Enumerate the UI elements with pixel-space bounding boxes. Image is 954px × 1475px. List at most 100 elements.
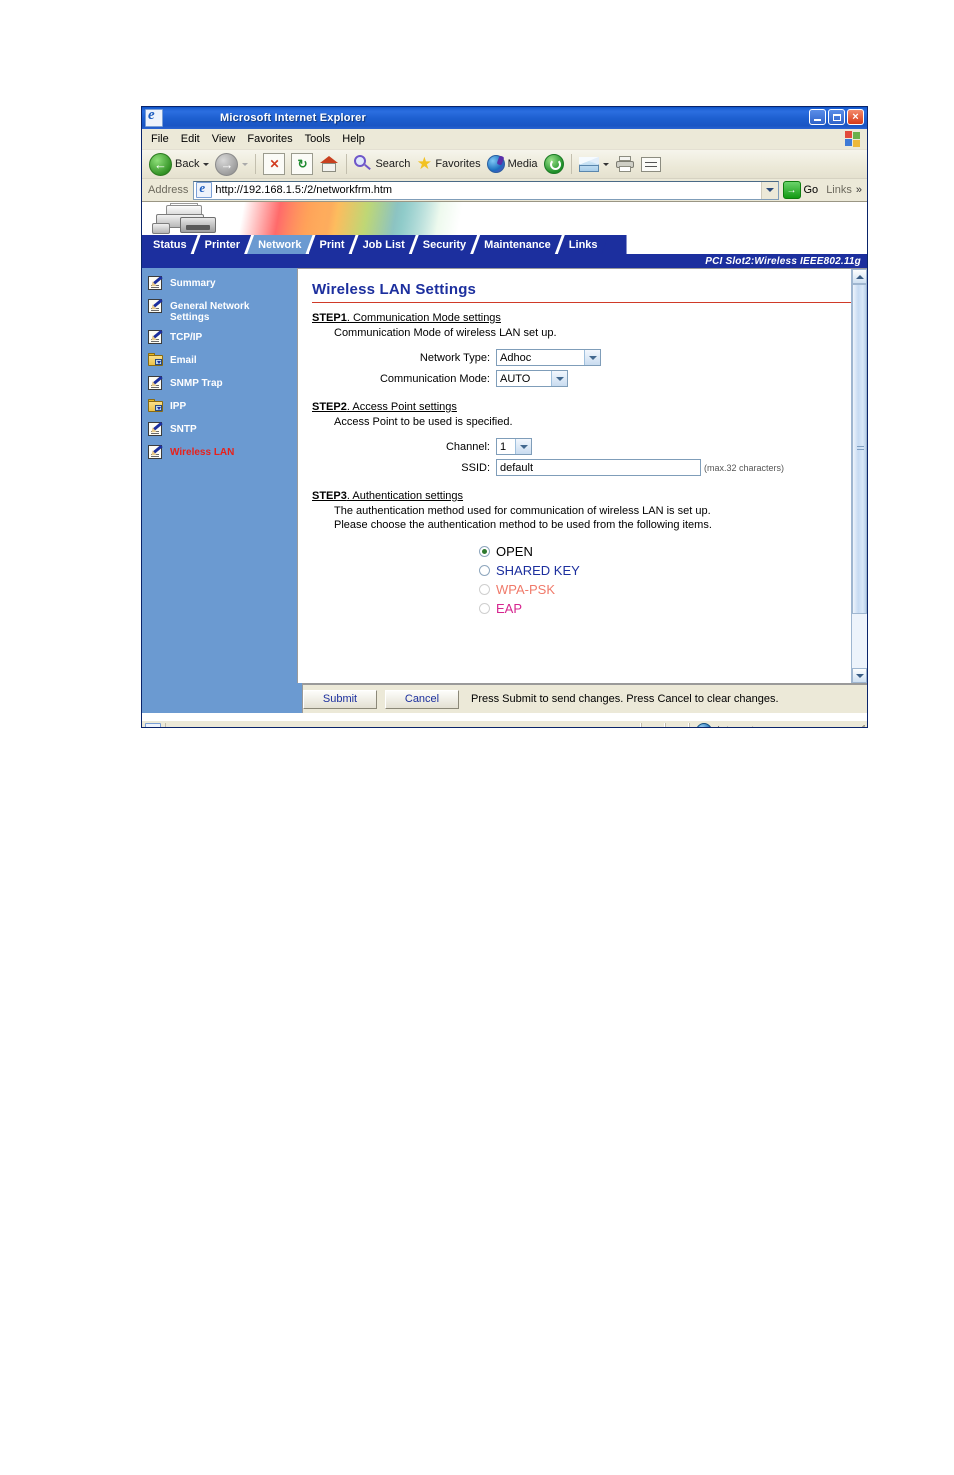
sidebar-item-general-network-settings[interactable]: General Network Settings (148, 298, 297, 323)
mail-button[interactable] (576, 152, 612, 176)
tab-maintenance[interactable]: Maintenance (473, 235, 562, 254)
scroll-up-button[interactable] (852, 269, 867, 284)
tab-printer-label: Printer (204, 238, 241, 251)
address-dropdown-button[interactable] (760, 181, 778, 199)
tab-maintenance-label: Maintenance (484, 238, 551, 251)
security-zone-label: Internet (717, 725, 754, 728)
security-zone[interactable]: Internet (689, 722, 849, 728)
scrollbar-thumb[interactable] (852, 284, 867, 614)
auth-option-open[interactable]: OPEN (479, 544, 853, 559)
network-type-select[interactable]: Adhoc (496, 349, 601, 366)
tab-job-list[interactable]: Job List (352, 235, 416, 254)
mail-dropdown-icon[interactable] (602, 162, 609, 166)
sidebar-item-tcp-ip[interactable]: TCP/IP (148, 329, 297, 346)
home-icon (319, 154, 339, 174)
toolbar-separator-3 (570, 154, 572, 174)
channel-select[interactable]: 1 (496, 438, 532, 455)
menu-item-tools[interactable]: Tools (299, 131, 337, 147)
communication-mode-select[interactable]: AUTO (496, 370, 568, 387)
links-button[interactable]: Links (826, 184, 852, 196)
maximize-button[interactable] (828, 109, 845, 125)
print-button[interactable] (612, 152, 638, 176)
menu-item-help[interactable]: Help (336, 131, 371, 147)
sidebar-label-email: Email (170, 355, 197, 366)
window-controls: × (809, 109, 864, 125)
page-pencil-icon (148, 298, 164, 314)
menu-item-favorites[interactable]: Favorites (241, 131, 298, 147)
page-pencil-icon (148, 329, 164, 345)
menu-item-view[interactable]: View (206, 131, 242, 147)
sidebar-item-wireless-lan[interactable]: Wireless LAN (148, 444, 297, 461)
media-button[interactable]: Media (484, 152, 541, 176)
menu-item-file[interactable]: File (145, 131, 175, 147)
content-scrollbar[interactable] (851, 269, 867, 683)
cancel-button[interactable]: Cancel (385, 689, 459, 709)
step1-heading-rest: . Communication Mode settings (346, 312, 501, 324)
address-input[interactable]: http://192.168.1.5:/2/networkfrm.htm (193, 180, 779, 200)
chevron-down-icon[interactable] (551, 371, 567, 386)
page-body: Summary General Network Settings TCP/IP (142, 268, 867, 684)
ssid-input[interactable]: default (496, 459, 701, 476)
status-page-icon (145, 722, 161, 727)
minimize-button[interactable] (809, 109, 826, 125)
auth-option-eap: EAP (479, 601, 853, 616)
radio-eap-icon (479, 603, 490, 614)
ie-logo-icon (145, 109, 163, 127)
tab-job-list-label: Job List (362, 238, 405, 251)
back-button[interactable]: ← Back (146, 152, 212, 176)
scrollbar-track[interactable] (852, 284, 867, 668)
sidebar-item-sntp[interactable]: SNTP (148, 421, 297, 438)
auth-method-radio-group: OPEN SHARED KEY WPA-PSK EAP (312, 544, 853, 616)
forward-button[interactable]: → (212, 152, 251, 176)
channel-value: 1 (500, 440, 507, 453)
resize-grip-icon[interactable] (853, 724, 865, 727)
tab-network[interactable]: Network (247, 235, 312, 254)
radio-open-icon[interactable] (479, 546, 490, 557)
tab-print-label: Print (319, 238, 345, 251)
close-button[interactable]: × (847, 109, 864, 125)
sidebar-item-ipp[interactable]: IPP (148, 399, 297, 415)
chevron-down-icon[interactable] (515, 439, 531, 454)
toolbar-overflow-icon[interactable]: » (856, 184, 862, 196)
page-pencil-icon (148, 375, 164, 391)
step3-description-line1: The authentication method used for commu… (334, 505, 711, 517)
sidebar-item-snmp-trap[interactable]: SNMP Trap (148, 375, 297, 392)
page-banner (142, 202, 867, 235)
browser-window: Microsoft Internet Explorer × File Edit … (141, 106, 868, 728)
tab-network-label: Network (258, 238, 302, 251)
radio-shared-key-icon[interactable] (479, 565, 490, 576)
window-titlebar: Microsoft Internet Explorer × (142, 107, 867, 129)
go-label: Go (803, 184, 819, 196)
refresh-button[interactable]: ↻ (288, 152, 316, 176)
tab-status[interactable]: Status (142, 235, 198, 254)
auth-option-shared-key[interactable]: SHARED KEY (479, 563, 853, 578)
tab-security[interactable]: Security (412, 235, 477, 254)
status-message (165, 722, 641, 727)
tab-status-label: Status (153, 238, 187, 251)
tab-links[interactable]: Links (558, 235, 609, 254)
step3-heading: STEP3. Authentication settings (312, 490, 853, 502)
menu-item-edit[interactable]: Edit (175, 131, 206, 147)
step2-fields: Channel: 1 SSID: default (max.32 charact… (312, 438, 853, 476)
slot-info-bar: PCI Slot2:Wireless IEEE802.11g (142, 254, 867, 268)
submit-button[interactable]: Submit (303, 689, 377, 709)
stop-button[interactable]: ✕ (260, 152, 288, 176)
tab-printer[interactable]: Printer (194, 235, 251, 254)
sidebar-item-email[interactable]: Email (148, 353, 297, 369)
chevron-down-icon[interactable] (584, 350, 600, 365)
home-button[interactable] (316, 152, 342, 176)
edit-button[interactable] (638, 152, 664, 176)
search-button[interactable]: Search (351, 152, 413, 176)
history-button[interactable] (541, 152, 567, 176)
network-type-label: Network Type: (419, 351, 490, 364)
tab-security-label: Security (422, 238, 467, 251)
sidebar-item-summary[interactable]: Summary (148, 275, 297, 292)
back-dropdown-icon[interactable] (203, 162, 210, 166)
tab-print[interactable]: Print (309, 235, 356, 254)
radio-wpa-psk-icon (479, 584, 490, 595)
go-button[interactable]: → Go (782, 181, 819, 199)
rainbow-graphic-overlay (142, 202, 867, 235)
scroll-down-button[interactable] (852, 668, 867, 683)
favorites-button[interactable]: ★ Favorites (413, 152, 483, 176)
forward-dropdown-icon[interactable] (242, 162, 249, 166)
